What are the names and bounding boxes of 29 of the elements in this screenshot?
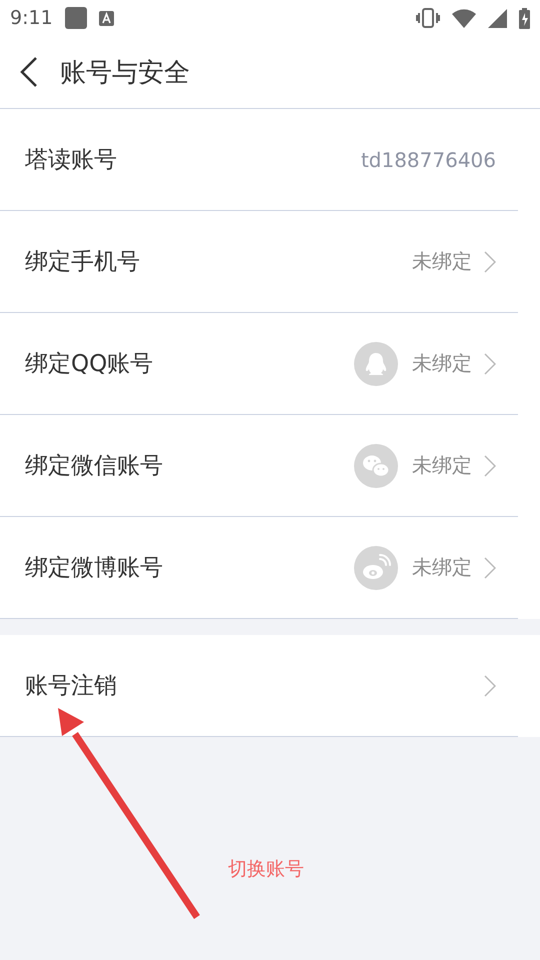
- signal-icon: [488, 8, 507, 28]
- battery-charging-icon: [519, 8, 530, 28]
- eye-swirl-icon: [354, 546, 398, 590]
- keyboard-letter-icon: [98, 10, 114, 26]
- page-title: 账号与安全: [60, 56, 190, 90]
- status-time: 9:11: [10, 7, 53, 29]
- row-label: 绑定QQ账号: [25, 350, 154, 379]
- chevron-right-icon: [484, 556, 496, 578]
- row-value: 未绑定: [412, 554, 472, 581]
- chat-bubbles-icon: [354, 444, 398, 488]
- row-value: 未绑定: [412, 452, 472, 479]
- row-value: 未绑定: [412, 248, 472, 275]
- row-value: 未绑定: [412, 350, 472, 377]
- row-label: 塔读账号: [25, 146, 118, 175]
- back-button[interactable]: [20, 57, 38, 87]
- annotation-text: 切换账号: [228, 857, 304, 882]
- chevron-right-icon: [484, 454, 496, 476]
- chevron-right-icon: [484, 352, 496, 374]
- chevron-right-icon: [484, 674, 496, 696]
- row-label: 绑定微信账号: [25, 452, 164, 481]
- wifi-icon: [452, 8, 476, 28]
- chevron-right-icon: [484, 250, 496, 272]
- row-label: 账号注销: [25, 672, 118, 701]
- row-label: 绑定微博账号: [25, 554, 164, 583]
- row-label: 绑定手机号: [25, 248, 141, 277]
- penguin-icon: [354, 342, 398, 386]
- app-notification-icon: [64, 7, 87, 29]
- row-value: td188776406: [360, 148, 496, 172]
- vibrate-icon: [416, 8, 440, 28]
